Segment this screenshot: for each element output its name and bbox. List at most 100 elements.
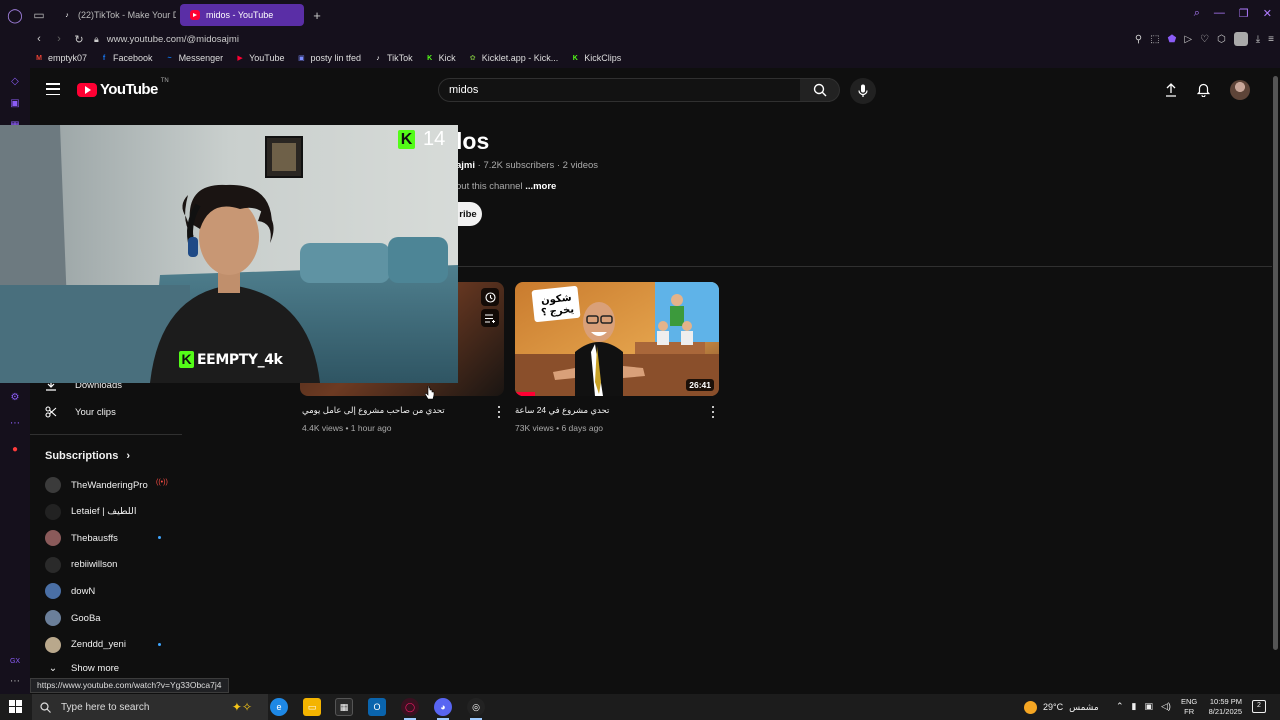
bookmark-kicklet-app-kick[interactable]: ✿ Kicklet.app - Kick... [468,53,559,63]
subscriptions-heading[interactable]: Subscriptions › [45,450,130,462]
opera-menu-icon[interactable]: ◯ [0,0,30,30]
file-explorer-icon[interactable]: ▭ [303,698,321,716]
bookmark-kick[interactable]: K Kick [425,53,456,63]
channel-handle[interactable]: ajmi [456,160,475,171]
guide-label: Your clips [75,406,116,418]
tab-tiktok[interactable]: ♪ (22)TikTok - Make Your D [52,4,176,26]
subscription-item[interactable]: rebiiwillson [45,556,180,573]
network-icon[interactable]: ▣ [1145,701,1154,712]
bookmark-posty-lin-tfed[interactable]: ▣ posty lin tfed [296,53,361,63]
pin-icon[interactable]: ⚲ [1135,34,1142,45]
search-tabs-icon[interactable]: ⌕ [1194,7,1200,20]
video-menu-icon[interactable] [711,406,715,418]
minimize-icon[interactable]: — [1214,7,1225,20]
aria-icon[interactable]: ◇ [9,76,21,88]
taskbar-clock[interactable]: 10:59 PM 8/21/2025 [1204,697,1242,717]
bookmark-tiktok[interactable]: ♪ TikTok [373,53,412,63]
bookmark-youtube[interactable]: ▶ YouTube [235,53,284,63]
subscription-item[interactable]: dowN [45,583,180,600]
bookmark-label: YouTube [249,53,285,63]
new-tab-button[interactable]: + [310,8,324,23]
scrollbar-thumb[interactable] [1273,76,1278,650]
opera-gx-icon[interactable]: ◯ [401,698,419,720]
url-field[interactable]: www.youtube.com/@midosajmi [107,34,239,45]
subscription-item[interactable]: Zenddd_yeni [45,636,180,653]
voice-search-button[interactable] [850,78,876,104]
reload-icon[interactable]: ↻ [70,33,88,46]
workspaces-icon[interactable]: ▭ [30,8,48,22]
menu-icon[interactable]: ≡ [1268,34,1274,45]
kickclips-icon: K [572,54,578,62]
subscription-item[interactable]: GooBa [45,610,180,626]
youtube-logo[interactable]: YouTube TN [77,78,169,98]
upload-icon[interactable] [1165,83,1177,97]
subscription-item[interactable]: Letaief | اللطيف [45,503,180,520]
mouse-cursor-icon [425,386,435,400]
account-avatar[interactable] [1230,80,1250,100]
taskbar-search[interactable]: Type here to search ✦✧ [32,694,268,720]
sidebar-more-icon[interactable]: ⋯ [9,676,21,688]
add-to-queue-icon[interactable] [481,309,499,327]
shield-icon[interactable]: ⬟ [1168,34,1177,45]
profile-avatar[interactable] [1233,32,1248,46]
microphone-icon[interactable]: ▮ [1132,701,1137,712]
guide-item-your-clips[interactable]: Your clips [45,406,116,418]
subscription-item[interactable]: TheWanderingPro ((•)) [45,477,180,493]
more-icon[interactable]: ⋯ [9,418,21,430]
subscription-item[interactable]: Thebausffs [45,530,180,547]
video-title-2[interactable]: تحدي مشروع في 24 ساعة [515,405,609,416]
video-meta-1: 4.4K views • 1 hour ago [302,423,392,433]
discord-icon[interactable]: ◕ [434,698,452,720]
heart-icon[interactable]: ♡ [1200,34,1209,45]
page-scrollbar[interactable] [1272,68,1280,694]
channel-avatar [45,636,61,653]
download-icon[interactable]: ⤓ [1256,34,1260,45]
search-input[interactable] [449,84,801,96]
obs-icon[interactable]: ◎ [467,698,485,720]
volume-icon[interactable]: ◁) [1161,701,1171,712]
crypto-wallet-icon[interactable]: ▣ [9,98,21,110]
notifications-bell-icon[interactable] [1197,83,1210,97]
channel-avatar [45,503,61,520]
settings-icon[interactable]: ⚙ [9,392,21,404]
snapshot-icon[interactable]: ⬚ [1150,34,1159,45]
bookmark-kickclips[interactable]: K KickClips [570,53,622,63]
bookmark-facebook[interactable]: f Facebook [99,53,153,63]
channel-about[interactable]: out this channel ...more [456,181,556,192]
scissors-icon [45,406,57,418]
store-icon[interactable]: ▦ [335,698,353,716]
bookmark-label: Kicklet.app - Kick... [481,53,559,63]
tab-youtube[interactable]: midos - YouTube [180,4,304,26]
extensions-icon[interactable]: ⬡ [1217,34,1226,45]
clock-date: 8/21/2025 [1208,707,1242,716]
weather-widget[interactable]: 29°C مشمس [1024,694,1099,720]
back-icon[interactable]: ‹ [30,33,48,45]
edge-icon[interactable]: e [270,698,288,716]
notification-icon[interactable]: ● [9,444,21,456]
guide-menu-icon[interactable] [46,83,60,95]
notifications-icon[interactable]: 2 [1252,700,1266,713]
search-box[interactable]: ✕ [438,78,830,102]
video-menu-icon[interactable] [497,406,501,418]
watch-later-icon[interactable] [481,288,499,306]
play-icon[interactable]: ▷ [1184,34,1192,45]
show-more-button[interactable]: ⌄ Show more [45,663,180,674]
close-icon[interactable]: ✕ [1263,7,1272,20]
bookmark-messenger[interactable]: ~ Messenger [165,53,224,63]
chevron-up-icon[interactable]: ⌃ [1116,701,1124,712]
gx-icon[interactable]: GX [9,656,21,668]
bookmark-emptyk07[interactable]: Memptyk07 [34,53,87,63]
bookmark-label: emptyk07 [48,53,88,63]
maximize-icon[interactable]: ❐ [1239,7,1249,20]
forward-icon[interactable]: › [50,33,68,45]
kicklet-icon: ✿ [469,55,476,62]
input-language[interactable]: ENG FR [1181,697,1197,717]
video-title-1[interactable]: تحدي من صاحب مشروع إلى عامل يومي [302,405,445,416]
more-link[interactable]: ...more [525,181,556,192]
windows-start-icon[interactable] [9,700,22,713]
outlook-icon[interactable]: O [368,698,386,716]
video-thumbnail-2[interactable]: شكون يخرج ؟ 26:41 [515,282,719,396]
webcam-overlay [0,125,458,383]
chevron-right-icon: › [126,450,131,462]
search-button[interactable] [800,78,840,102]
